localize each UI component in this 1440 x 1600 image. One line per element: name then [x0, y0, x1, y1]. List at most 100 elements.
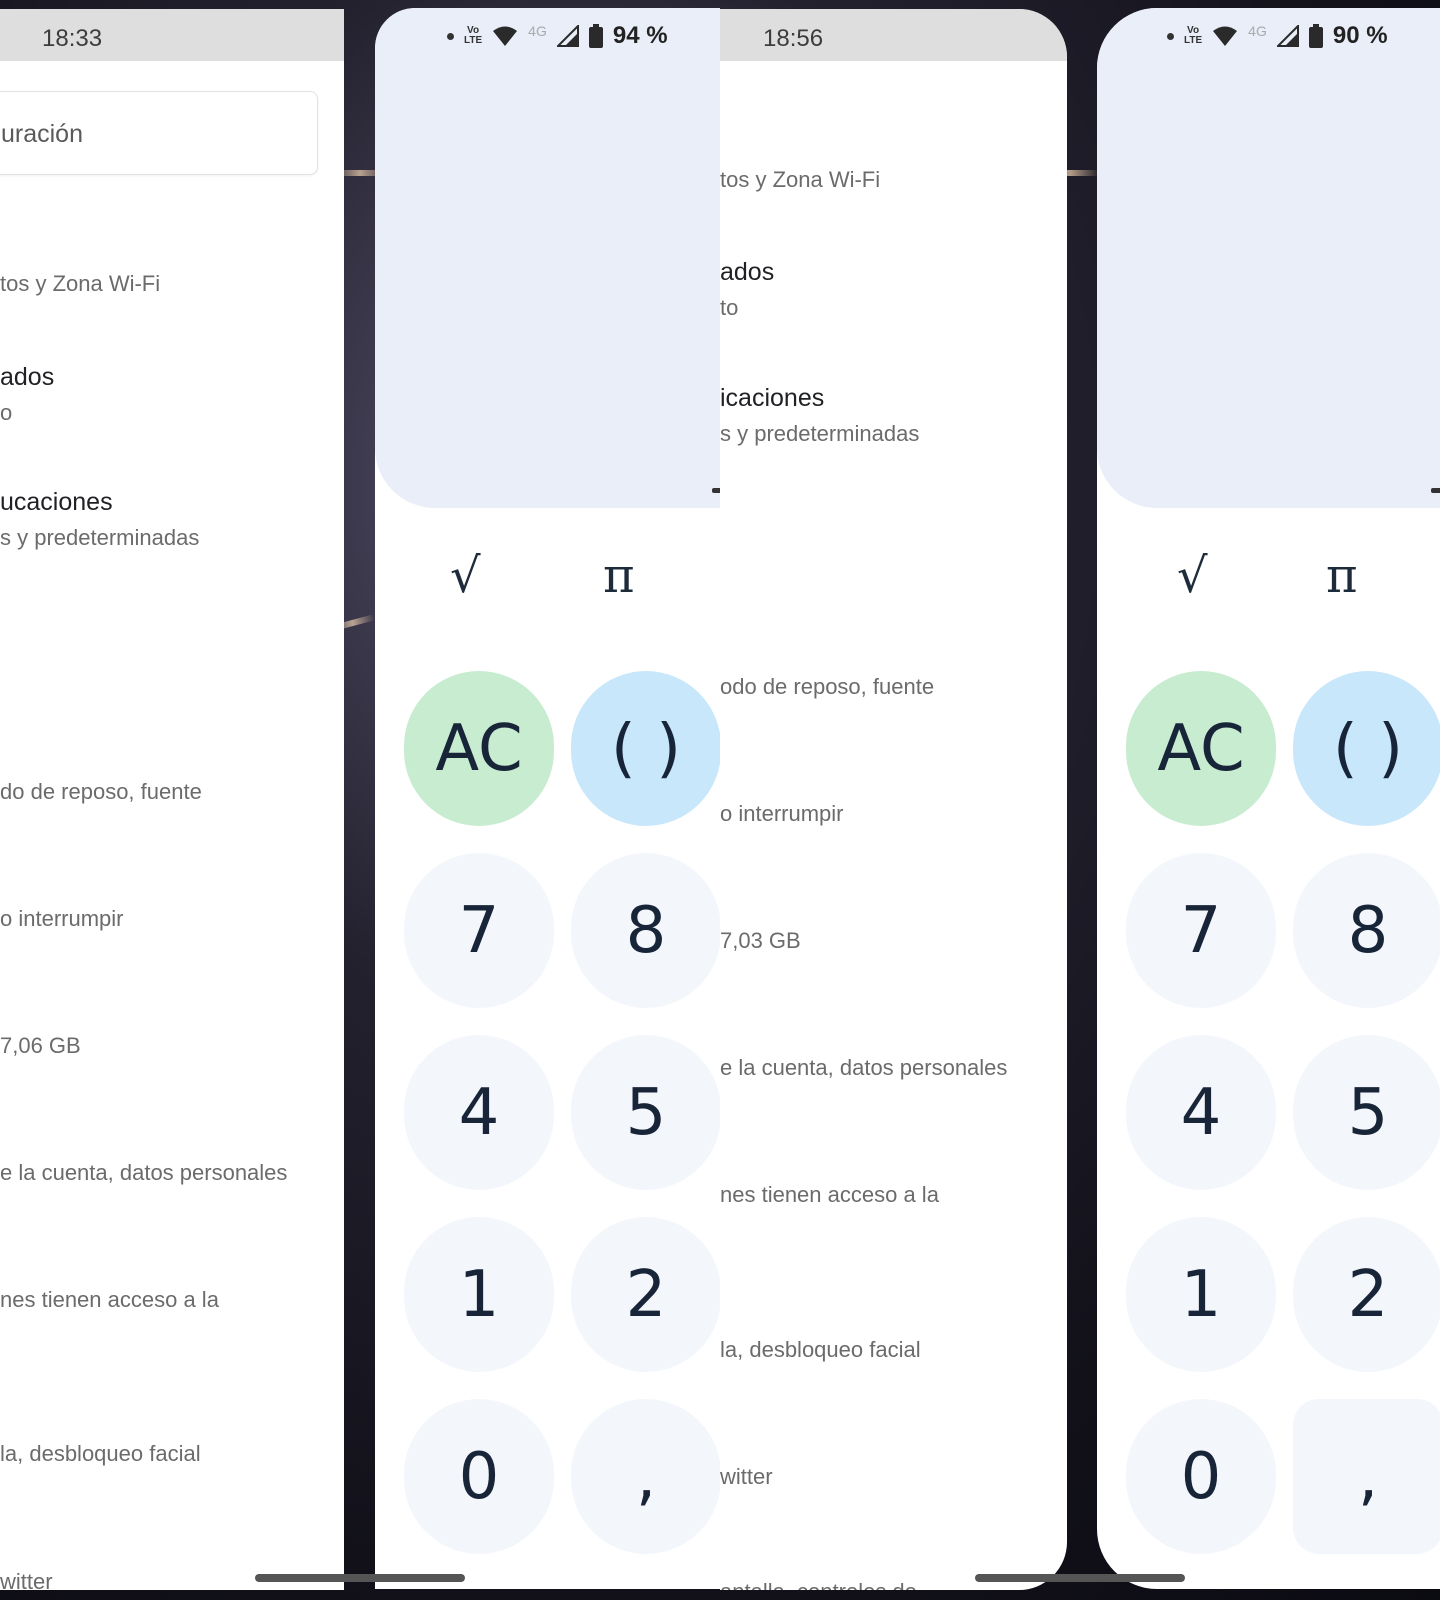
settings-item-network[interactable]: tos y Zona Wi-Fi — [720, 167, 880, 193]
sqrt-button[interactable]: √ — [450, 548, 481, 604]
settings-item-security[interactable]: la, desbloqueo facial — [720, 1337, 921, 1363]
digit-4-button[interactable]: 4 — [404, 1035, 554, 1190]
parentheses-button[interactable]: ( ) — [1293, 671, 1440, 826]
settings-item-devices[interactable]: ados o — [0, 363, 54, 426]
pi-button[interactable]: π — [603, 548, 635, 604]
decimal-button[interactable]: , — [1293, 1399, 1440, 1554]
network-type: 4G — [528, 23, 547, 39]
battery-level: 90 % — [1332, 22, 1388, 49]
settings-item-network[interactable]: tos y Zona Wi-Fi — [0, 271, 160, 297]
volte-icon: Vo LTE — [464, 25, 483, 46]
settings-item-title: ados — [0, 363, 55, 391]
settings-item-sub: o — [0, 400, 13, 425]
network-type: 4G — [1248, 23, 1267, 39]
settings-item-sub: e la cuenta, datos personales — [720, 1055, 1008, 1080]
digit-1-button[interactable]: 1 — [1126, 1217, 1276, 1372]
settings-item-sub: la, desbloqueo facial — [720, 1337, 921, 1362]
settings-item-sub: tos y Zona Wi-Fi — [0, 271, 161, 296]
calculator-window-1[interactable]: Vo LTE 4G 94 % √ π AC ( ) 7 8 4 5 1 2 0 , — [375, 8, 720, 1589]
digit-4-button[interactable]: 4 — [1126, 1035, 1276, 1190]
settings-item-sub: la, desbloqueo facial — [0, 1441, 201, 1466]
calculator-display[interactable] — [375, 8, 720, 508]
calculator-display[interactable] — [1097, 8, 1440, 508]
settings-window-1[interactable]: 18:33 uración tos y Zona Wi-Fi ados o uc… — [0, 9, 344, 1590]
status-clock: 18:33 — [42, 25, 103, 52]
display-drag-handle[interactable] — [712, 488, 720, 493]
decimal-button[interactable]: , — [571, 1399, 720, 1554]
settings-item-sub: nes tienen acceso a la — [0, 1287, 219, 1312]
status-bar: Vo LTE 4G 94 % — [447, 18, 668, 54]
settings-item-title: ados — [720, 258, 775, 286]
settings-item-sub: to — [720, 295, 739, 320]
settings-item-sub: nes tienen acceso a la — [720, 1182, 939, 1207]
calculator-window-2[interactable]: Vo LTE 4G 90 % √ π AC ( ) 7 8 4 5 1 2 0 , — [1097, 8, 1440, 1589]
status-clock: 18:56 — [763, 25, 824, 52]
settings-item-sub: odo de reposo, fuente — [720, 674, 935, 699]
settings-item-sub: s y predeterminadas — [720, 421, 920, 446]
digit-0-button[interactable]: 0 — [404, 1399, 554, 1554]
digit-5-button[interactable]: 5 — [1293, 1035, 1440, 1190]
settings-item-sub: e la cuenta, datos personales — [0, 1160, 288, 1185]
clear-button[interactable]: AC — [1126, 671, 1276, 826]
settings-item-accounts[interactable]: witter — [0, 1569, 53, 1590]
volte-icon: Vo LTE — [1184, 25, 1203, 46]
settings-item-sound[interactable]: o interrumpir — [720, 801, 843, 827]
status-bar: Vo LTE 4G 90 % — [1167, 18, 1388, 54]
settings-item-accessibility[interactable]: antalla, controles de — [720, 1579, 917, 1590]
parentheses-button[interactable]: ( ) — [571, 671, 720, 826]
settings-item-title: icaciones — [720, 384, 825, 412]
settings-item-devices[interactable]: ados to — [720, 258, 774, 321]
settings-item-apps[interactable]: icaciones s y predeterminadas — [720, 384, 919, 447]
settings-item-sub: 7,03 GB — [720, 928, 801, 953]
settings-item-location[interactable]: nes tienen acceso a la — [720, 1182, 939, 1208]
signal-icon — [556, 25, 579, 47]
digit-2-button[interactable]: 2 — [571, 1217, 720, 1372]
battery-icon — [588, 24, 603, 48]
wifi-icon — [1213, 26, 1238, 46]
digit-7-button[interactable]: 7 — [1126, 853, 1276, 1008]
search-placeholder: uración — [1, 120, 83, 148]
settings-item-title: ucaciones — [0, 488, 113, 516]
settings-item-sub: witter — [0, 1569, 53, 1590]
settings-item-sub: tos y Zona Wi-Fi — [720, 167, 881, 192]
settings-item-security[interactable]: la, desbloqueo facial — [0, 1441, 201, 1467]
settings-item-sub: s y predeterminadas — [0, 525, 200, 550]
digit-8-button[interactable]: 8 — [1293, 853, 1440, 1008]
digit-5-button[interactable]: 5 — [571, 1035, 720, 1190]
battery-level: 94 % — [612, 22, 668, 49]
settings-item-sub: antalla, controles de — [720, 1579, 917, 1590]
settings-window-2[interactable]: 18:56 tos y Zona Wi-Fi ados to icaciones… — [720, 9, 1067, 1590]
notification-dot — [447, 32, 454, 40]
settings-item-sound[interactable]: o interrumpir — [0, 906, 123, 932]
settings-item-accounts[interactable]: witter — [720, 1464, 773, 1490]
battery-icon — [1308, 24, 1323, 48]
search-bar[interactable]: uración — [0, 91, 318, 175]
settings-item-sub: witter — [720, 1464, 773, 1489]
settings-item-privacy[interactable]: e la cuenta, datos personales — [0, 1160, 287, 1186]
digit-7-button[interactable]: 7 — [404, 853, 554, 1008]
settings-item-sub: do de reposo, fuente — [0, 779, 202, 804]
settings-item-sub: 7,06 GB — [0, 1033, 81, 1058]
clear-button[interactable]: AC — [404, 671, 554, 826]
settings-item-display[interactable]: odo de reposo, fuente — [720, 674, 934, 700]
settings-item-privacy[interactable]: e la cuenta, datos personales — [720, 1055, 1007, 1081]
settings-item-location[interactable]: nes tienen acceso a la — [0, 1287, 219, 1313]
nav-gesture-bar[interactable] — [975, 1574, 1185, 1582]
settings-item-storage[interactable]: 7,06 GB — [0, 1033, 81, 1059]
digit-0-button[interactable]: 0 — [1126, 1399, 1276, 1554]
display-drag-handle[interactable] — [1431, 488, 1440, 493]
notification-dot — [1167, 32, 1174, 40]
pi-button[interactable]: π — [1326, 548, 1358, 604]
sqrt-button[interactable]: √ — [1177, 548, 1208, 604]
settings-item-sub: o interrumpir — [720, 801, 844, 826]
digit-8-button[interactable]: 8 — [571, 853, 720, 1008]
digit-1-button[interactable]: 1 — [404, 1217, 554, 1372]
settings-item-display[interactable]: do de reposo, fuente — [0, 779, 202, 805]
nav-gesture-bar[interactable] — [255, 1574, 465, 1582]
signal-icon — [1276, 25, 1299, 47]
wifi-icon — [493, 26, 518, 46]
settings-item-storage[interactable]: 7,03 GB — [720, 928, 801, 954]
settings-item-sub: o interrumpir — [0, 906, 124, 931]
settings-item-apps[interactable]: ucaciones s y predeterminadas — [0, 488, 199, 551]
digit-2-button[interactable]: 2 — [1293, 1217, 1440, 1372]
